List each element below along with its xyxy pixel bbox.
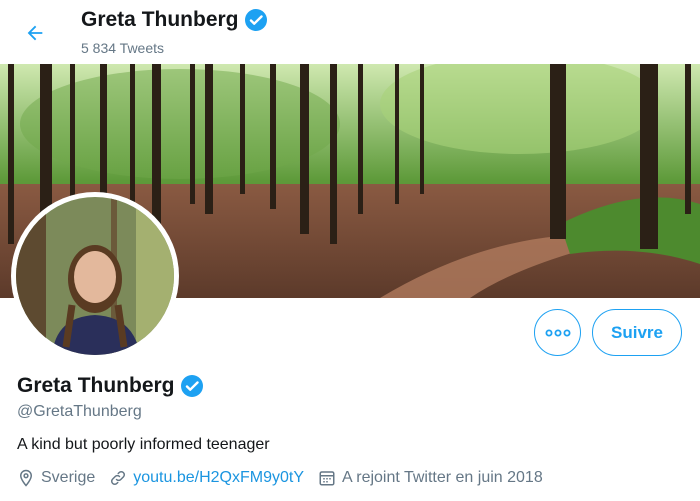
more-options-button[interactable] (534, 309, 581, 356)
joined-item: A rejoint Twitter en juin 2018 (318, 469, 543, 487)
profile-meta: Sverige youtu.be/H2QxFM9y0tY A rejoint T… (17, 469, 557, 487)
more-options-icon (545, 329, 570, 336)
follow-button[interactable]: Suivre (592, 309, 682, 356)
joined-text: A rejoint Twitter en juin 2018 (342, 469, 543, 486)
website-link[interactable]: youtu.be/H2QxFM9y0tY (133, 469, 304, 487)
profile-handle: @GretaThunberg (17, 403, 142, 420)
verified-badge-icon (180, 375, 203, 397)
website-item[interactable]: youtu.be/H2QxFM9y0tY (109, 469, 304, 487)
calendar-icon (319, 471, 335, 486)
avatar-image (16, 197, 174, 355)
arrow-left-icon (27, 25, 43, 41)
verified-badge-icon (244, 9, 267, 31)
location-item: Sverige (17, 469, 95, 487)
profile-bio: A kind but poorly informed teenager (17, 436, 270, 453)
header-name-row: Greta Thunberg (81, 8, 268, 32)
profile-avatar[interactable] (11, 192, 179, 360)
tweet-count: 5 834 Tweets (81, 40, 165, 56)
header-name: Greta Thunberg (81, 8, 239, 31)
back-button[interactable] (20, 18, 50, 48)
profile-name-row: Greta Thunberg (17, 374, 204, 398)
link-icon (111, 470, 126, 486)
profile-header: Greta Thunberg 5 834 Tweets (0, 0, 700, 64)
location-pin-icon (19, 469, 33, 487)
location-text: Sverige (41, 469, 96, 486)
profile-name: Greta Thunberg (17, 374, 175, 397)
